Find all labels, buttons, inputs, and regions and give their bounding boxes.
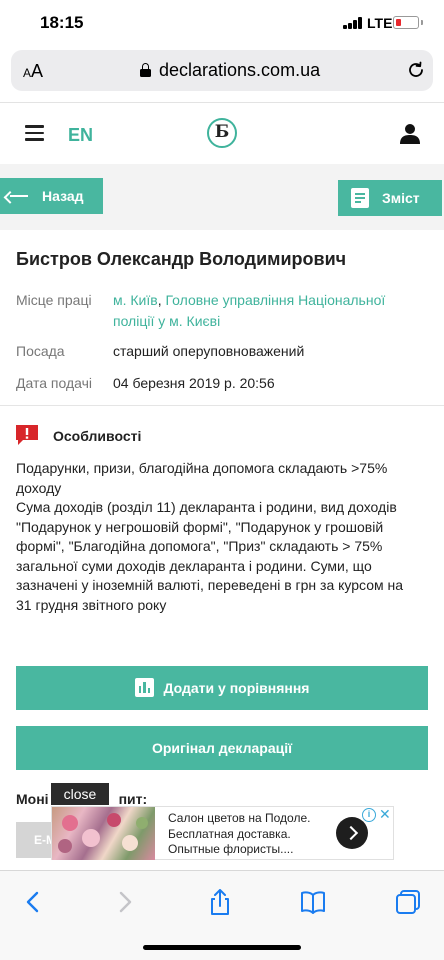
ad-image[interactable] <box>52 807 155 860</box>
reload-icon[interactable] <box>406 60 426 80</box>
position-label: Посада <box>16 343 65 359</box>
site-header: EN Б <box>0 102 444 164</box>
alert-icon <box>16 425 38 445</box>
chevron-right-icon[interactable] <box>336 817 368 849</box>
original-declaration-button[interactable]: Оригінал декларації <box>16 726 428 770</box>
signal-icon <box>343 17 363 29</box>
site-logo[interactable]: Б <box>207 118 237 148</box>
arrow-left-icon <box>10 195 28 197</box>
network-label: LTE <box>367 15 393 31</box>
monitor-label-end: пит: <box>118 791 148 807</box>
ad-text[interactable]: Салон цветов на Подоле. Бесплатная доста… <box>168 811 333 858</box>
user-icon[interactable] <box>399 123 421 145</box>
position-value: старший оперуповноважений <box>113 343 305 359</box>
divider <box>0 405 444 406</box>
contents-label: Зміст <box>382 190 420 206</box>
workplace-value: м. Київ, Головне управління Національної… <box>113 290 428 332</box>
back-icon[interactable] <box>20 889 46 915</box>
workplace-separator: , <box>157 292 166 308</box>
address-bar[interactable]: AA declarations.com.ua <box>11 50 433 91</box>
battery-icon <box>393 16 423 29</box>
info-icon[interactable]: i <box>362 808 376 822</box>
features-title: Особливості <box>53 428 142 444</box>
declarant-name: Бистров Олександр Володимирович <box>16 249 347 269</box>
forward-icon[interactable] <box>112 889 138 915</box>
ad-close-icon[interactable]: ✕ <box>379 807 391 821</box>
tabs-icon[interactable] <box>395 889 421 915</box>
features-headline: Подарунки, призи, благодійна допомога ск… <box>16 460 388 496</box>
back-label: Назад <box>42 188 84 204</box>
status-bar: 18:15 LTE <box>0 0 444 44</box>
menu-icon[interactable] <box>25 125 44 141</box>
compare-label: Додати у порівняння <box>163 680 310 696</box>
status-time: 18:15 <box>40 13 84 32</box>
monitor-label-start: Моні <box>16 791 49 807</box>
bookmarks-icon[interactable] <box>300 889 326 915</box>
text-size-button[interactable]: AA <box>23 61 43 82</box>
document-icon <box>351 188 369 208</box>
date-value: 04 березня 2019 р. 20:56 <box>113 375 275 391</box>
features-description: Сума доходів (розділ 11) декларанта і ро… <box>16 499 404 613</box>
url-text[interactable]: declarations.com.ua <box>159 60 320 81</box>
city-link[interactable]: м. Київ <box>113 292 158 308</box>
language-switch[interactable]: EN <box>68 125 93 146</box>
lock-icon <box>140 63 151 77</box>
date-label: Дата подачі <box>16 375 93 391</box>
bar-chart-icon <box>134 677 154 697</box>
ad-close-button[interactable]: close <box>51 783 109 805</box>
browser-address-area: AA declarations.com.ua <box>0 44 444 102</box>
back-button[interactable]: Назад <box>0 178 103 214</box>
contents-button[interactable]: Зміст <box>338 180 442 216</box>
workplace-label: Місце праці <box>16 292 92 308</box>
original-label: Оригінал декларації <box>151 740 293 756</box>
share-icon[interactable] <box>207 889 233 915</box>
home-indicator <box>143 945 301 950</box>
nav-band: Назад Зміст <box>0 164 444 230</box>
ad-banner[interactable]: Салон цветов на Подоле. Бесплатная доста… <box>51 806 394 860</box>
add-to-compare-button[interactable]: Додати у порівняння <box>16 666 428 710</box>
